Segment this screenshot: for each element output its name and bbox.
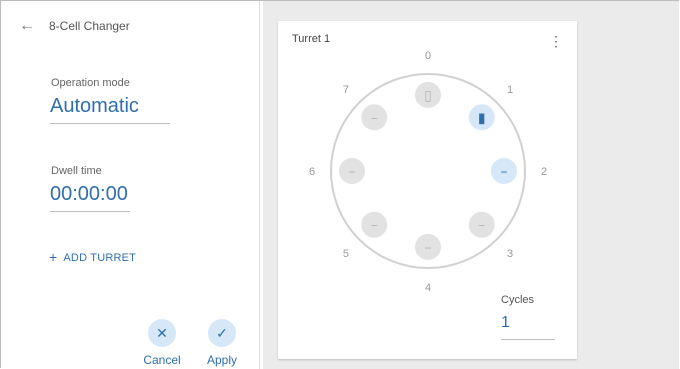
turret-card: Turret 1 ⋮ 0 1 2 3 4 5 6 7 ▯ ▮ − − − − − − Cycles 1	[278, 21, 577, 359]
cancel-label: Cancel	[143, 353, 181, 367]
dwell-time-underline	[50, 211, 130, 212]
cycles-underline	[501, 339, 555, 340]
operation-mode-label: Operation mode	[51, 77, 130, 89]
panel-divider	[259, 1, 260, 369]
cell-slot-4[interactable]: −	[415, 234, 441, 260]
position-label-4: 4	[425, 282, 431, 294]
empty-slot-icon: −	[424, 241, 431, 255]
app-window: ← 8-Cell Changer Operation mode Automati…	[0, 0, 679, 369]
position-label-6: 6	[309, 166, 315, 178]
cuvette-icon: ▯	[424, 87, 432, 103]
settings-panel: ← 8-Cell Changer Operation mode Automati…	[1, 1, 261, 369]
cycles-input[interactable]: 1	[501, 314, 510, 332]
apply-button[interactable]: ✓ Apply	[202, 319, 242, 367]
empty-slot-icon: −	[478, 219, 485, 233]
position-label-2: 2	[541, 166, 547, 178]
empty-slot-icon: −	[348, 165, 355, 179]
empty-slot-icon: −	[371, 111, 378, 125]
cell-slot-1[interactable]: ▮	[468, 104, 495, 131]
cancel-button[interactable]: ✕ Cancel	[142, 319, 182, 367]
position-label-3: 3	[507, 248, 513, 260]
dwell-time-input[interactable]: 00:00:00	[50, 183, 128, 206]
position-label-5: 5	[343, 248, 349, 260]
cell-slot-0[interactable]: ▯	[415, 82, 441, 108]
cell-slot-2[interactable]: −	[491, 158, 517, 184]
empty-slot-icon: −	[500, 165, 507, 179]
check-icon: ✓	[208, 319, 236, 347]
apply-label: Apply	[206, 353, 238, 367]
position-label-7: 7	[343, 84, 349, 96]
add-turret-button[interactable]: + ADD TURRET	[49, 249, 136, 265]
plus-icon: +	[49, 249, 58, 265]
turret-diagram: 0 1 2 3 4 5 6 7 ▯ ▮ − − − − − −	[309, 50, 547, 294]
cuvette-icon: ▮	[478, 109, 486, 125]
cell-slot-5[interactable]: −	[361, 211, 388, 238]
cell-slot-6[interactable]: −	[339, 158, 365, 184]
cycles-label: Cycles	[501, 294, 535, 306]
operation-mode-select[interactable]: Automatic	[50, 95, 139, 118]
dwell-time-label: Dwell time	[51, 165, 102, 177]
position-label-0: 0	[425, 50, 431, 62]
position-label-1: 1	[507, 84, 513, 96]
empty-slot-icon: −	[371, 219, 378, 233]
operation-mode-underline	[50, 123, 170, 124]
close-icon: ✕	[148, 319, 176, 347]
cell-slot-7[interactable]: −	[361, 104, 388, 131]
add-turret-label: ADD TURRET	[63, 252, 137, 264]
page-title: 8-Cell Changer	[49, 19, 130, 33]
cell-slot-3[interactable]: −	[468, 211, 495, 238]
back-arrow-icon[interactable]: ←	[19, 17, 35, 35]
